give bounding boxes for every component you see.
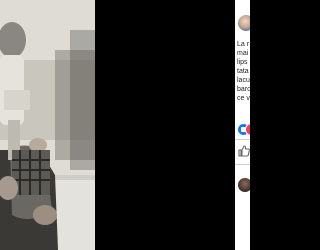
divider [235,139,250,140]
reaction-summary[interactable] [237,123,250,136]
caption-line: lips [237,59,248,66]
caption-line: ce v [237,95,250,102]
caption-line: lacu [237,77,250,84]
commenter-avatar[interactable] [238,178,250,192]
author-avatar[interactable] [238,15,250,31]
photo-letterbox [95,0,235,250]
post-caption: La r mai lips tata lacu baro ce v [237,40,250,103]
caption-line: tata [237,68,249,75]
photo-viewer[interactable] [0,0,95,250]
divider [235,164,250,165]
caption-line: mai [237,50,249,57]
caption-line: baro [237,86,250,93]
thumbs-up-outline-icon [238,145,250,157]
vintage-photo [0,0,95,250]
post-side-panel: La r mai lips tata lacu baro ce v [235,0,250,250]
caption-line: La r [237,41,250,48]
like-button[interactable] [237,144,250,158]
